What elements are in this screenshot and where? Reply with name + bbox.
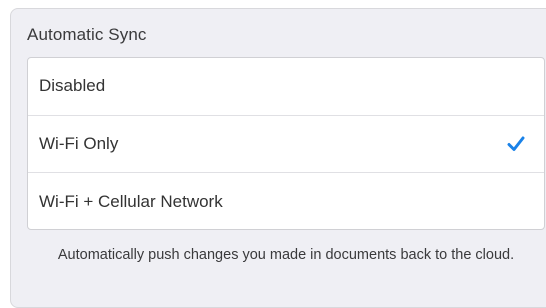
sync-description: Automatically push changes you made in d… — [57, 247, 515, 263]
automatic-sync-panel: Automatic Sync Disabled Wi-Fi Only Wi-Fi… — [10, 8, 546, 308]
option-wifi-only[interactable]: Wi-Fi Only — [28, 116, 544, 173]
sync-options-list: Disabled Wi-Fi Only Wi-Fi + Cellular Net… — [27, 57, 545, 230]
section-title: Automatic Sync — [27, 25, 147, 44]
option-label: Wi-Fi Only — [39, 133, 119, 153]
option-label: Wi-Fi + Cellular Network — [39, 191, 223, 211]
option-wifi-cellular[interactable]: Wi-Fi + Cellular Network — [28, 173, 544, 229]
option-disabled[interactable]: Disabled — [28, 58, 544, 116]
checkmark-icon — [507, 136, 525, 151]
option-label: Disabled — [39, 76, 106, 96]
